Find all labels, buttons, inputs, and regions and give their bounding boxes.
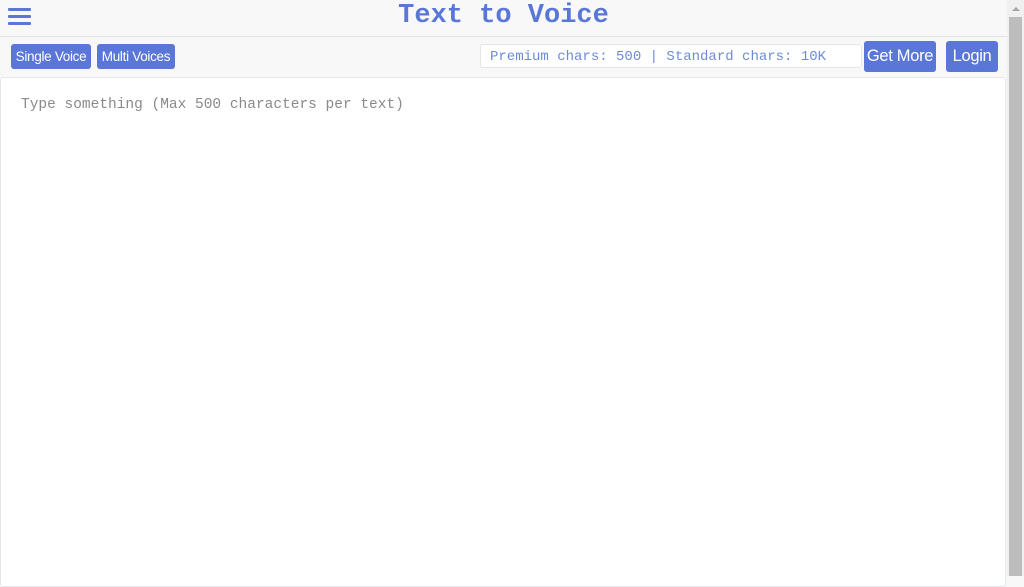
get-more-button[interactable]: Get More <box>864 41 936 72</box>
single-voice-button[interactable]: Single Voice <box>11 44 91 69</box>
page: Text to Voice Single Voice Multi Voices … <box>0 0 1007 587</box>
scrollbar-thumb[interactable] <box>1009 17 1022 576</box>
text-input[interactable] <box>1 78 1005 586</box>
character-quota-display: Premium chars: 500 | Standard chars: 10K <box>480 44 862 68</box>
text-editor <box>0 77 1006 587</box>
arrow-up-icon <box>1011 6 1020 11</box>
scroll-up-button[interactable] <box>1007 0 1024 17</box>
toolbar: Single Voice Multi Voices Premium chars:… <box>0 37 1007 76</box>
vertical-scrollbar[interactable] <box>1007 0 1024 576</box>
multi-voices-button[interactable]: Multi Voices <box>97 44 175 69</box>
login-button[interactable]: Login <box>946 41 998 72</box>
page-title: Text to Voice <box>398 1 609 31</box>
header: Text to Voice <box>0 0 1007 37</box>
